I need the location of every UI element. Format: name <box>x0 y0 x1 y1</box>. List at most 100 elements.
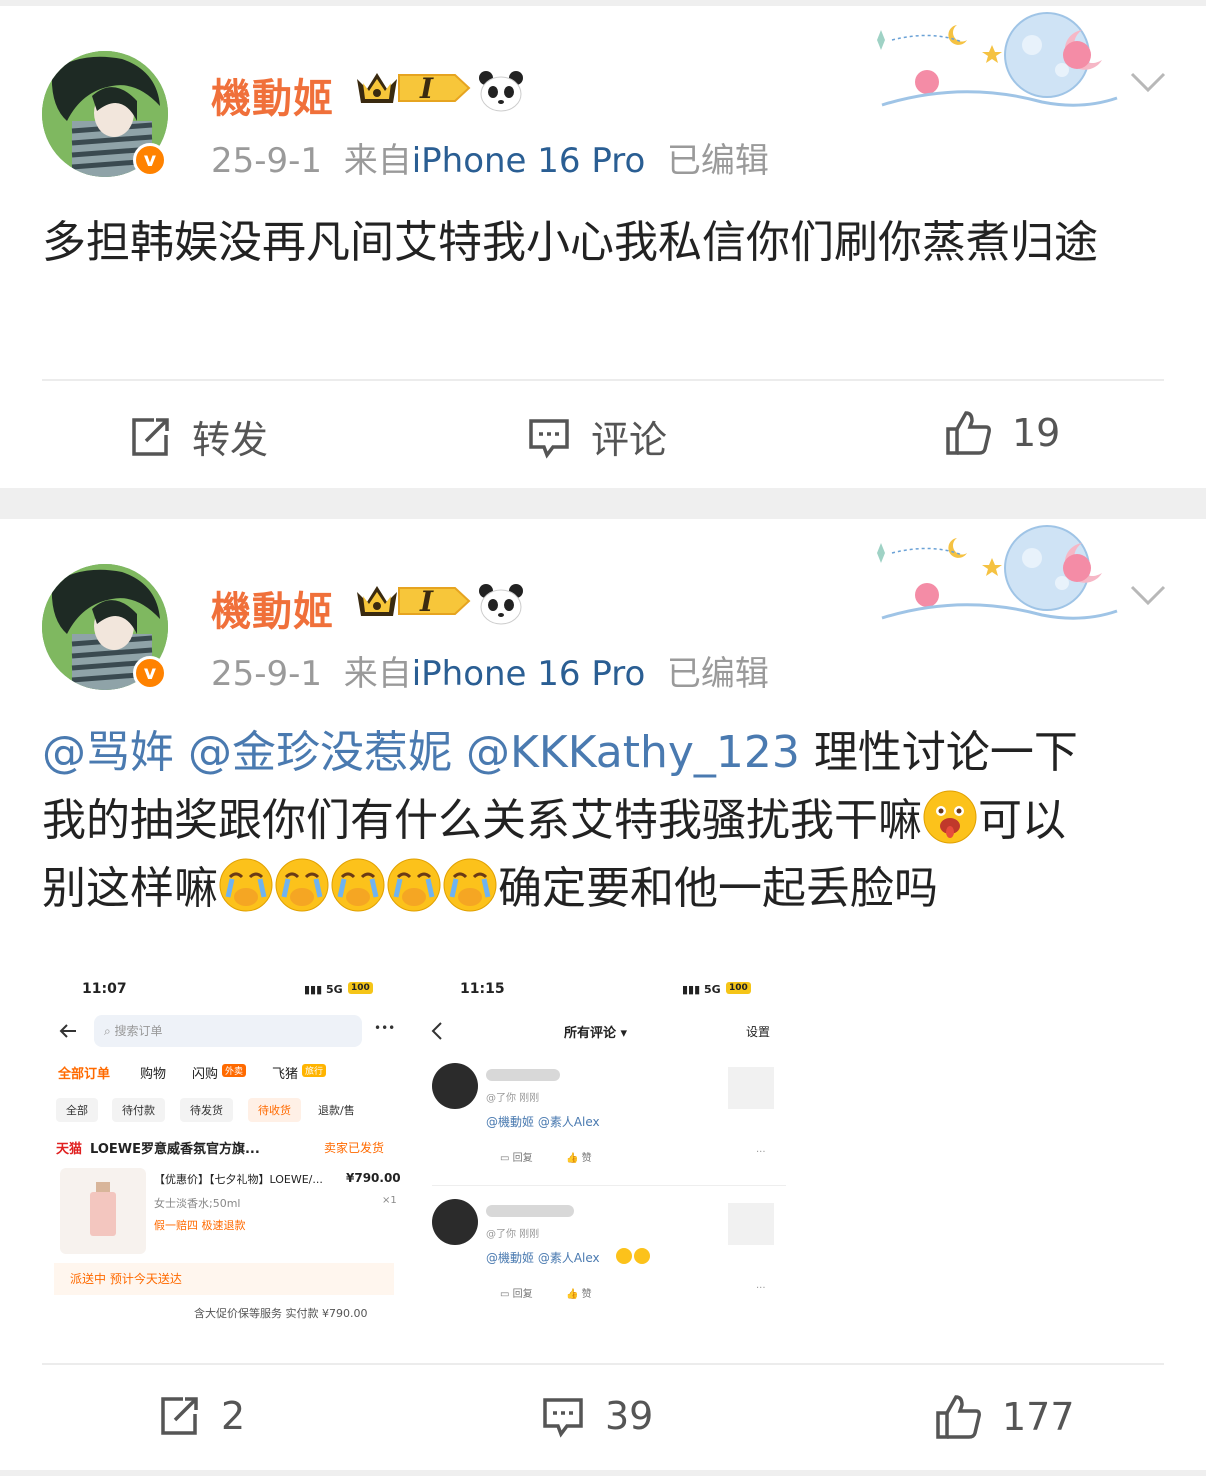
status-time: 11:15 <box>460 981 505 997</box>
crying-face-emoji-icon <box>219 858 273 912</box>
mention-link[interactable]: @骂姩 <box>42 727 174 778</box>
post-date: 25-9-1 <box>211 654 323 694</box>
battery-level: 100 <box>726 982 751 994</box>
like-button[interactable]: 19 <box>944 409 1060 457</box>
crying-face-emoji-icon <box>616 1248 650 1264</box>
settings-link[interactable]: 设置 <box>746 1023 770 1040</box>
filter-chip[interactable]: 退款/售 <box>318 1098 355 1122</box>
panda-icon <box>479 71 523 112</box>
crying-face-emoji-icon <box>331 858 385 912</box>
mention-link[interactable]: @金珍没惹妮 <box>188 727 452 778</box>
post-date: 25-9-1 <box>211 141 323 181</box>
blurred-username <box>486 1205 574 1217</box>
post-card: v 機動姬 I 25-9-1 来自iPhone 16 Pro 已编辑 多担韩娱没… <box>0 6 1206 488</box>
edited-label[interactable]: 已编辑 <box>667 654 769 694</box>
repost-button[interactable]: 转发 <box>128 409 268 464</box>
reply-label: 回复 <box>512 1289 533 1300</box>
decorative-banner <box>877 525 1118 620</box>
repost-count: 2 <box>221 1394 246 1438</box>
filter-chip[interactable]: 全部 <box>56 1098 98 1122</box>
reply-button[interactable]: ▭ 回复 <box>500 1285 533 1300</box>
tab-all-orders[interactable]: 全部订单 <box>58 1063 110 1082</box>
product-tags: 假一赔四 极速退款 <box>154 1219 246 1232</box>
comments-title[interactable]: 所有评论 ▾ <box>564 1022 627 1041</box>
like-button[interactable]: 177 <box>934 1393 1075 1441</box>
reply-button[interactable]: ▭ 回复 <box>500 1149 533 1164</box>
comment-thumbnail[interactable] <box>728 1203 774 1245</box>
source-prefix: 来自 <box>343 141 412 181</box>
filter-chip-active[interactable]: 待收货 <box>248 1098 301 1122</box>
more-icon[interactable]: ··· <box>756 1283 766 1294</box>
username[interactable]: 機動姬 <box>211 579 334 637</box>
panda-icon <box>479 584 523 625</box>
thumbs-up-icon <box>946 411 991 455</box>
verified-badge-icon: v <box>133 143 167 177</box>
like-label: 赞 <box>581 1153 592 1164</box>
back-chevron-icon[interactable] <box>430 1021 444 1041</box>
commenter-avatar[interactable] <box>432 1199 478 1245</box>
post-text-line: 理性讨论一下 <box>813 727 1078 778</box>
commenter-avatar[interactable] <box>432 1063 478 1109</box>
tab-flash[interactable]: 闪购 <box>192 1063 218 1082</box>
comment-button[interactable]: 39 <box>541 1394 653 1438</box>
divider <box>42 1363 1164 1365</box>
source-device[interactable]: iPhone 16 Pro <box>412 141 646 181</box>
comment-meta: @了你 刚刚 <box>486 1093 540 1104</box>
filter-chip[interactable]: 待发货 <box>180 1098 233 1122</box>
status-network: 5G <box>704 983 721 996</box>
thumbs-up-icon <box>936 1395 981 1439</box>
comment-meta: @了你 刚刚 <box>486 1229 540 1240</box>
chevron-down-icon[interactable] <box>1128 68 1168 96</box>
post-text: 多担韩娱没再凡间艾特我小心我私信你们刷你蒸煮归途 <box>42 217 1098 268</box>
post-text-line: 别这样嘛 <box>42 863 218 914</box>
attached-image-order[interactable]: 11:07 ▮▮▮ 5G 100 ⌕ 搜索订单 ••• 全部订单 购物 闪购 外… <box>42 963 408 1329</box>
decorative-banner <box>877 12 1118 107</box>
order-status: 卖家已发货 <box>324 1141 385 1155</box>
tab-tag: 旅行 <box>302 1064 327 1077</box>
tab-tag: 外卖 <box>222 1064 247 1077</box>
username[interactable]: 機動姬 <box>211 66 334 124</box>
search-placeholder-text: 搜索订单 <box>114 1024 163 1038</box>
mention-link[interactable]: @KKKathy_123 <box>466 727 800 778</box>
crying-face-emoji-icon <box>275 858 329 912</box>
product-spec: 女士淡香水;50ml <box>154 1197 241 1210</box>
source-prefix: 来自 <box>343 654 412 694</box>
status-signal: ▮▮▮ 5G <box>304 983 343 996</box>
product-thumbnail[interactable] <box>60 1168 146 1254</box>
status-time: 11:07 <box>82 981 127 997</box>
filter-chip[interactable]: 待付款 <box>112 1098 165 1122</box>
comment-button[interactable]: 评论 <box>527 409 667 464</box>
drooling-face-emoji-icon <box>923 790 977 844</box>
more-icon[interactable]: ••• <box>374 1021 395 1035</box>
chevron-down-icon[interactable] <box>1128 581 1168 609</box>
edited-label[interactable]: 已编辑 <box>667 141 769 181</box>
level-badge: I <box>420 585 434 618</box>
search-placeholder: ⌕ 搜索订单 <box>104 1024 163 1038</box>
like-button[interactable]: 👍 赞 <box>566 1149 592 1164</box>
comment-text: @機動姬 @素人Alex <box>486 1251 600 1265</box>
vip-crown-icon <box>357 586 471 616</box>
tmall-label: 天猫 <box>56 1142 83 1157</box>
source-device[interactable]: iPhone 16 Pro <box>412 654 646 694</box>
battery-level: 100 <box>348 982 373 994</box>
post-text: @骂姩 @金珍没惹妮 @KKKathy_123 理性讨论一下 我的抽奖跟你们有什… <box>42 719 1167 923</box>
comment-thumbnail[interactable] <box>728 1067 774 1109</box>
blurred-username <box>486 1069 560 1081</box>
level-badge: I <box>420 72 434 105</box>
tab-shopping[interactable]: 购物 <box>140 1063 166 1082</box>
repost-button[interactable]: 2 <box>157 1394 245 1438</box>
store-name[interactable]: LOEWE罗意威香氛官方旗... <box>90 1138 260 1157</box>
crying-face-emoji-icon <box>443 858 497 912</box>
like-button[interactable]: 👍 赞 <box>566 1285 592 1300</box>
repost-label: 转发 <box>192 418 269 462</box>
comment-icon <box>529 418 569 459</box>
product-title[interactable]: 【优惠价】【七夕礼物】LOEWE/... <box>154 1171 323 1187</box>
more-icon[interactable]: ··· <box>756 1147 766 1158</box>
divider <box>42 379 1164 381</box>
post-text-line: 确定要和他一起丢脸吗 <box>498 863 938 914</box>
tab-fliggy[interactable]: 飞猪 <box>272 1063 298 1082</box>
attached-image-comments[interactable]: 11:15 ▮▮▮ 5G 100 所有评论 ▾ 设置 @了你 刚刚 @機動姬 @… <box>420 963 786 1329</box>
repost-icon <box>132 417 169 456</box>
product-qty: ×1 <box>382 1195 397 1206</box>
back-arrow-icon[interactable] <box>58 1023 78 1039</box>
